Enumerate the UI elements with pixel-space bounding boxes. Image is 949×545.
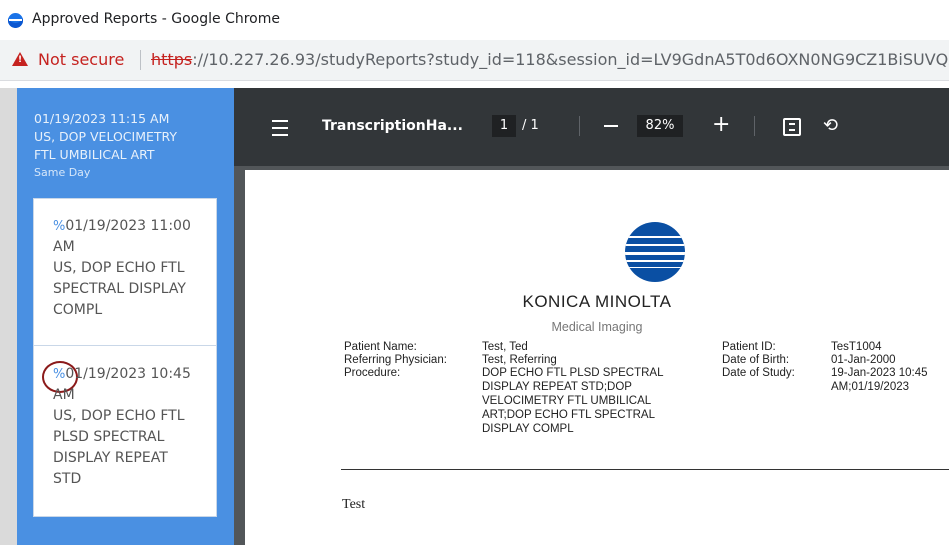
label-referring-physician: Referring Physician: — [344, 354, 447, 366]
report-card[interactable]: %01/19/2023 10:45 AM US, DOP ECHO FTL PL… — [33, 345, 217, 517]
value-date-of-study-line: 19-Jan-2023 10:45 — [831, 367, 928, 379]
report-card-line: AM — [53, 387, 75, 403]
page-total: / 1 — [522, 118, 539, 133]
warning-icon[interactable]: ! — [12, 52, 28, 66]
value-patient-name: Test, Ted — [482, 341, 528, 353]
report-card-line: US, DOP ECHO FTL — [53, 260, 185, 276]
zoom-out-icon[interactable] — [604, 125, 618, 127]
url-text[interactable]: https://10.227.26.93/studyReports?study_… — [151, 50, 949, 69]
url-scheme: https — [151, 50, 193, 69]
rotate-icon[interactable]: ⟲ — [823, 115, 838, 136]
chrome-logo-icon — [8, 13, 23, 28]
value-procedure-line: ART;DOP ECHO FTL SPECTRAL — [482, 409, 655, 421]
study-sub-label: Same Day — [34, 166, 91, 179]
security-indicator[interactable]: Not secure — [38, 50, 124, 69]
label-date-of-study: Date of Study: — [722, 367, 795, 379]
value-referring-physician: Test, Referring — [482, 354, 557, 366]
study-desc-line1: US, DOP VELOCIMETRY — [34, 129, 178, 144]
value-procedure-line: DISPLAY COMPL — [482, 423, 574, 435]
company-tagline: Medical Imaging — [551, 320, 643, 334]
study-datetime: 01/19/2023 11:15 AM — [34, 111, 170, 126]
window-title: Approved Reports - Google Chrome — [32, 11, 280, 27]
zoom-level-input[interactable]: 82% — [637, 115, 683, 137]
report-card-line: %01/19/2023 11:00 — [53, 218, 191, 234]
pdf-document-title: TranscriptionHa... — [322, 118, 463, 134]
report-card[interactable]: %01/19/2023 11:00 AM US, DOP ECHO FTL SP… — [33, 198, 217, 346]
address-divider — [140, 50, 141, 70]
label-date-of-birth: Date of Birth: — [722, 354, 790, 366]
menu-icon[interactable] — [272, 120, 288, 136]
value-procedure-line: VELOCIMETRY FTL UMBILICAL — [482, 395, 652, 407]
report-card-line: STD — [53, 471, 82, 487]
window-titlebar: Approved Reports - Google Chrome — [0, 0, 949, 41]
label-procedure: Procedure: — [344, 367, 401, 379]
konica-minolta-logo-icon — [625, 222, 685, 282]
value-procedure-line: DISPLAY REPEAT STD;DOP — [482, 381, 632, 393]
value-procedure-line: DOP ECHO FTL PLSD SPECTRAL — [482, 367, 664, 379]
report-card-line: SPECTRAL DISPLAY — [53, 281, 186, 297]
report-list-panel: 01/19/2023 11:15 AM US, DOP VELOCIMETRY … — [0, 88, 234, 545]
report-card-line: DISPLAY REPEAT — [53, 450, 168, 466]
zoom-in-icon[interactable]: + — [712, 112, 730, 137]
report-body-text: Test — [342, 497, 366, 512]
pdf-toolbar: TranscriptionHa... 1 / 1 82% + ⟲ — [234, 88, 949, 166]
pdf-viewer: TranscriptionHa... 1 / 1 82% + ⟲ KONICA … — [234, 88, 949, 545]
report-card-line: %01/19/2023 10:45 — [53, 366, 191, 382]
label-patient-id: Patient ID: — [722, 341, 776, 353]
toolbar-divider — [579, 116, 580, 136]
url-rest: ://10.227.26.93/studyReports?study_id=11… — [192, 50, 949, 69]
report-card-line: PLSD SPECTRAL — [53, 429, 165, 445]
header-divider — [341, 469, 949, 470]
toolbar-divider — [754, 116, 755, 136]
address-bar[interactable]: ! Not secure https://10.227.26.93/studyR… — [0, 40, 949, 81]
company-name: KONICA MINOLTA — [522, 292, 672, 311]
fit-to-page-icon[interactable] — [783, 118, 801, 136]
label-patient-name: Patient Name: — [344, 341, 417, 353]
report-card-line: AM — [53, 239, 75, 255]
study-desc-line2: FTL UMBILICAL ART — [34, 147, 155, 162]
report-card-line: COMPL — [53, 302, 103, 318]
report-card-line: US, DOP ECHO FTL — [53, 408, 185, 424]
value-date-of-study-line: AM;01/19/2023 — [831, 381, 910, 393]
panel-edge — [0, 88, 17, 545]
link-icon[interactable]: % — [53, 367, 65, 382]
value-patient-id: TesT1004 — [831, 341, 882, 353]
pdf-page: KONICA MINOLTA Medical Imaging Patient N… — [245, 170, 949, 545]
link-icon[interactable]: % — [53, 219, 65, 234]
value-date-of-birth: 01-Jan-2000 — [831, 354, 896, 366]
page-number-input[interactable]: 1 — [492, 115, 516, 137]
selected-study-header[interactable]: 01/19/2023 11:15 AM US, DOP VELOCIMETRY … — [34, 110, 224, 182]
